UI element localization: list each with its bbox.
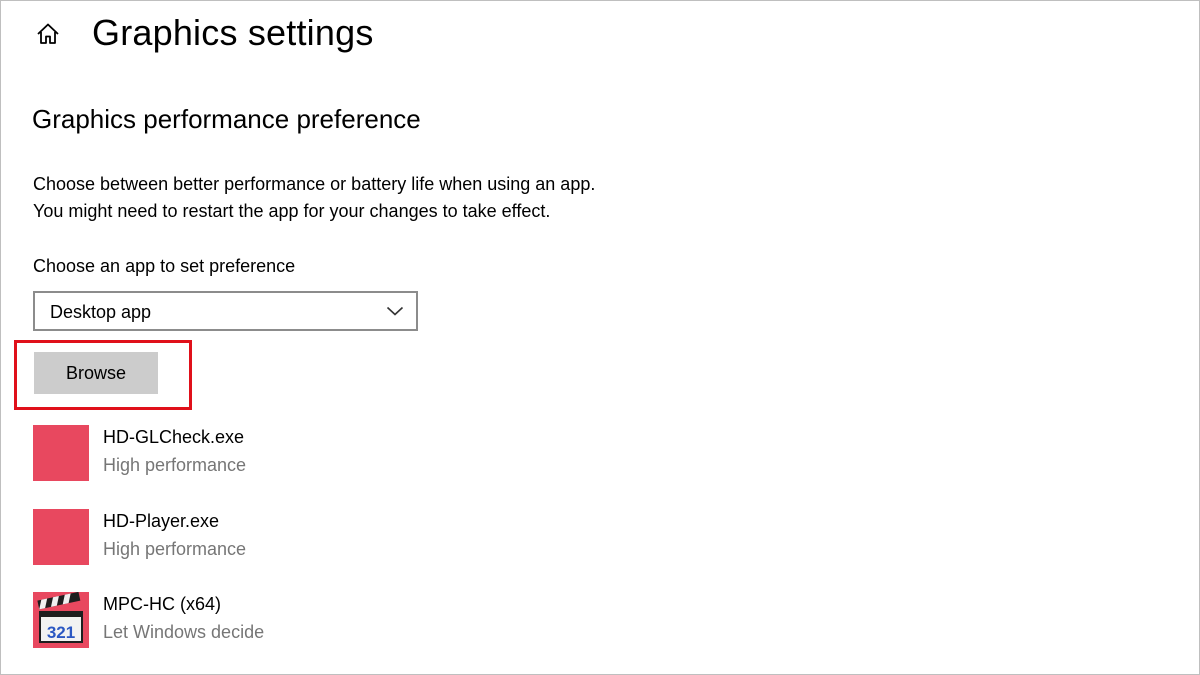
app-preference: Let Windows decide [103,622,265,642]
section-description: Choose between better performance or bat… [33,171,595,225]
red-tile-icon [33,425,89,481]
home-button[interactable] [30,18,66,54]
section-title: Graphics performance preference [32,104,421,134]
app-type-dropdown[interactable]: Desktop app [33,291,418,331]
dropdown-selected-value: Desktop app [50,302,152,322]
app-preference: High performance [103,539,247,559]
red-tile-icon [33,509,89,565]
clapperboard-321-icon: 321 [33,591,89,648]
chevron-down-icon [386,304,404,323]
window-frame [0,0,1200,675]
page-title: Graphics settings [92,12,374,53]
app-preference: High performance [103,455,247,475]
home-icon [35,21,61,52]
app-name: HD-GLCheck.exe [103,427,245,447]
svg-text:321: 321 [47,623,75,642]
app-name: HD-Player.exe [103,511,220,531]
app-name: MPC-HC (x64) [103,594,222,614]
app-list-item[interactable]: HD-Player.exe High performance [33,509,533,567]
app-list-item[interactable]: 321 MPC-HC (x64) Let Windows decide [33,591,533,650]
app-list-item[interactable]: HD-GLCheck.exe High performance [33,425,533,483]
description-line-2: You might need to restart the app for yo… [33,201,551,221]
description-line-1: Choose between better performance or bat… [33,174,596,194]
browse-button[interactable]: Browse [34,352,158,394]
app-picker-label: Choose an app to set preference [33,256,296,276]
